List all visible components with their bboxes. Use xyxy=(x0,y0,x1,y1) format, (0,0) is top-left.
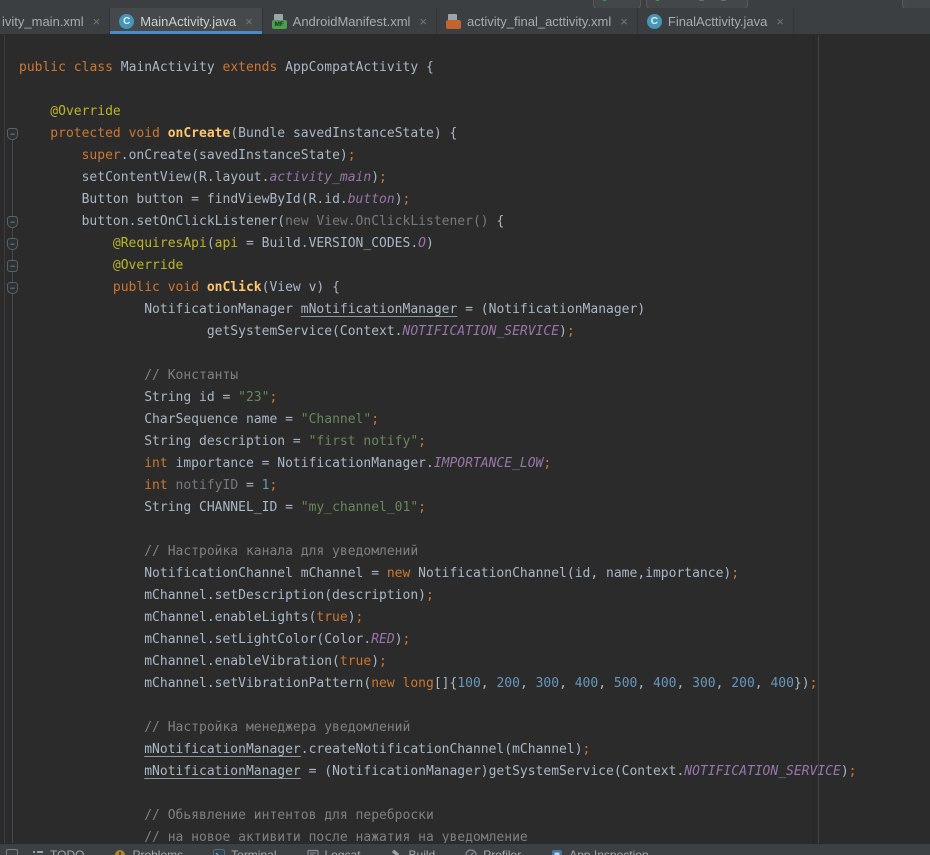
terminal-icon xyxy=(213,849,225,855)
android-xml-file-icon xyxy=(446,14,461,29)
tab-label: AndroidManifest.xml xyxy=(293,14,411,29)
code-line xyxy=(19,783,856,805)
tab-activity-main-xml[interactable]: ivity_main.xml × xyxy=(0,8,110,34)
code-line: public void onClick(View v) { xyxy=(19,277,856,299)
fold-marker[interactable]: − xyxy=(7,282,18,294)
code-line xyxy=(19,695,856,717)
profiler-icon xyxy=(465,849,477,855)
toolbar-todo[interactable]: TODO xyxy=(32,848,84,855)
android-studio-window: ivity_main.xml × C MainActivity.java × M… xyxy=(0,0,930,855)
toolbar-strip xyxy=(0,0,930,8)
fold-marker[interactable]: − xyxy=(7,238,18,250)
toolbar-build[interactable]: Build xyxy=(391,848,436,855)
code-line: mChannel.enableLights(true); xyxy=(19,607,856,629)
tab-label: activity_final_acttivity.xml xyxy=(467,14,611,29)
code-line: int notifyID = 1; xyxy=(19,475,856,497)
tab-mainactivity-java[interactable]: C MainActivity.java × xyxy=(110,8,262,34)
close-icon[interactable]: × xyxy=(620,14,628,29)
code-line: mNotificationManager = (NotificationMana… xyxy=(19,761,856,783)
code-line: super.onCreate(savedInstanceState); xyxy=(19,145,856,167)
code-line: public class MainActivity extends AppCom… xyxy=(19,57,856,79)
problems-icon xyxy=(114,849,126,855)
code-line: button.setOnClickListener(new View.OnCli… xyxy=(19,211,856,233)
toolbar-app-inspection[interactable]: App Inspection xyxy=(551,848,648,855)
todo-icon xyxy=(32,849,44,855)
close-icon[interactable]: × xyxy=(776,14,784,29)
app-inspection-icon xyxy=(551,849,563,855)
code-line: mNotificationManager.createNotificationC… xyxy=(19,739,856,761)
code-line: String description = "first notify"; xyxy=(19,431,856,453)
code-line: mChannel.setDescription(description); xyxy=(19,585,856,607)
code-line: // Обьявление интентов для переброски xyxy=(19,805,856,827)
tab-androidmanifest-xml[interactable]: MF AndroidManifest.xml × xyxy=(263,8,437,34)
code-line: @Override xyxy=(19,101,856,123)
tab-label: MainActivity.java xyxy=(140,14,236,29)
code-line: setContentView(R.layout.activity_main); xyxy=(19,167,856,189)
fold-marker[interactable]: − xyxy=(7,260,18,272)
fold-marker[interactable]: − xyxy=(7,128,18,140)
code-line xyxy=(19,519,856,541)
device-status-dot xyxy=(655,0,660,1)
code-line: // Константы xyxy=(19,365,856,387)
close-icon[interactable]: × xyxy=(245,14,253,29)
close-icon[interactable]: × xyxy=(93,14,101,29)
tab-label: ivity_main.xml xyxy=(2,14,84,29)
toolbar-logcat[interactable]: Logcat xyxy=(307,848,361,855)
code-line xyxy=(19,343,856,365)
close-icon[interactable]: × xyxy=(419,14,427,29)
code-line: Button button = findViewById(R.id.button… xyxy=(19,189,856,211)
widget-glyph xyxy=(699,0,704,1)
code-line: mChannel.setVibrationPattern(new long[]{… xyxy=(19,673,856,695)
code-area[interactable]: public class MainActivity extends AppCom… xyxy=(19,57,856,849)
code-editor[interactable]: − − − − − public class MainActivity exte… xyxy=(0,35,930,855)
logcat-icon xyxy=(307,849,319,855)
fold-marker[interactable]: − xyxy=(7,216,18,228)
tool-window-bar: TODO Problems Terminal Logcat Build Prof… xyxy=(0,843,930,855)
active-tab-indicator xyxy=(110,31,261,34)
widget-glyph xyxy=(721,0,726,1)
code-line: CharSequence name = "Channel"; xyxy=(19,409,856,431)
editor-tab-bar: ivity_main.xml × C MainActivity.java × M… xyxy=(0,8,930,35)
gutter-separator xyxy=(4,35,5,843)
code-line: mChannel.setLightColor(Color.RED); xyxy=(19,629,856,651)
code-line: String CHANNEL_ID = "my_channel_01"; xyxy=(19,497,856,519)
code-line: protected void onCreate(Bundle savedInst… xyxy=(19,123,856,145)
code-line: int importance = NotificationManager.IMP… xyxy=(19,453,856,475)
build-icon xyxy=(391,849,403,855)
code-line: getSystemService(Context.NOTIFICATION_SE… xyxy=(19,321,856,343)
code-line: // Настройка менеджера уведомлений xyxy=(19,717,856,739)
code-line xyxy=(19,79,856,101)
toolbar-problems[interactable]: Problems xyxy=(114,848,183,855)
manifest-file-icon: MF xyxy=(272,14,287,29)
tab-label: FinalActtivity.java xyxy=(668,14,767,29)
tab-finalacttivity-java[interactable]: C FinalActtivity.java × xyxy=(638,8,794,34)
java-class-icon: C xyxy=(647,14,662,29)
toolbar-terminal[interactable]: Terminal xyxy=(213,848,276,855)
code-line: @RequiresApi(api = Build.VERSION_CODES.O… xyxy=(19,233,856,255)
toolbar-profiler[interactable]: Profiler xyxy=(465,848,521,855)
run-status-dot xyxy=(602,0,607,1)
code-line: // Настройка канала для уведомлений xyxy=(19,541,856,563)
tab-activity-final-acttivity-xml[interactable]: activity_final_acttivity.xml × xyxy=(437,8,638,34)
code-line: @Override xyxy=(19,255,856,277)
code-line: NotificationManager mNotificationManager… xyxy=(19,299,856,321)
code-line: mChannel.enableVibration(true); xyxy=(19,651,856,673)
java-class-icon: C xyxy=(119,14,134,29)
code-line: NotificationChannel mChannel = new Notif… xyxy=(19,563,856,585)
tool-window-stripe-icon[interactable] xyxy=(6,849,18,855)
code-line: String id = "23"; xyxy=(19,387,856,409)
